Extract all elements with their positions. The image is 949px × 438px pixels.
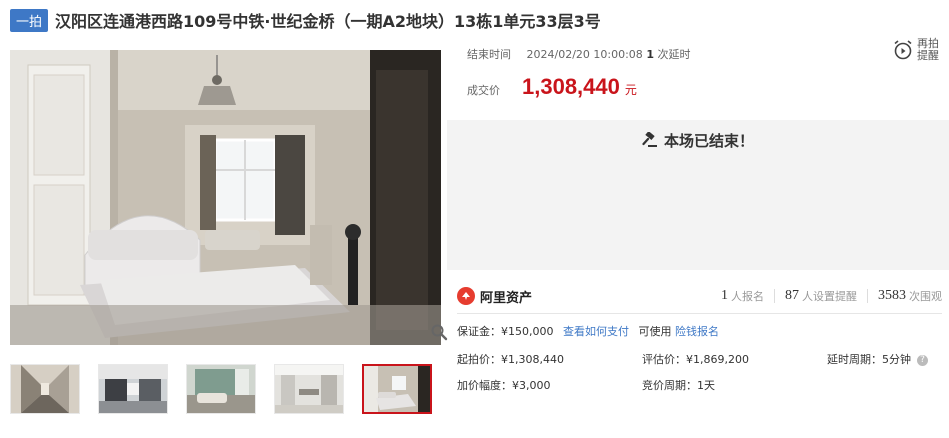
signups-count: 1 [721,288,728,303]
extension-label: 次延时 [657,48,691,61]
auction-ended-message: 本场已结束！ [447,130,949,151]
page-title: 汉阳区连通港西路109号中铁·世纪金桥（一期A2地块）13栋1单元33层3号 [55,12,601,31]
auction-round-tag: 一拍 [10,8,49,32]
thumbnail-bedroom[interactable] [362,364,432,414]
divider [867,289,868,303]
rebid-reminder-label-line2: 提醒 [917,49,939,62]
rebid-reminder-label: 再拍 提醒 [917,38,941,62]
views-label: 次围观 [909,290,942,303]
usable-text: 可使用 [638,325,672,338]
deal-price-unit: 元 [624,83,637,97]
thumbnail-strip [10,364,432,414]
rebid-reminder-button[interactable]: 再拍 提醒 [893,38,941,62]
how-to-pay-link[interactable]: 查看如何支付 [563,325,629,338]
deal-price-label: 成交价 [467,84,500,97]
gavel-icon [642,131,657,147]
zoom-icon[interactable] [430,323,448,341]
end-time-value: 2024/02/20 10:00:08 [526,48,643,61]
end-time-row: 结束时间 2024/02/20 10:00:08 1 次延时 [467,46,690,62]
ali-assets-logo-icon [457,287,475,305]
deal-price-row: 成交价 1,308,440 元 [467,74,637,100]
bedroom-photo [364,366,430,412]
appraisal-price: 评估价：¥1,869,200 [642,353,749,366]
stats: 1 人报名 87 人设置提醒 3583 次围观 [721,288,942,304]
deposit-text: 保证金：¥150,000 [457,325,554,338]
main-photo[interactable] [10,50,441,345]
signups-label: 人报名 [731,290,764,303]
hallway-photo [11,365,79,413]
bid-increment: 加价幅度：¥3,000 [457,379,551,392]
reminders-label: 人设置提醒 [802,290,857,303]
thumbnail-dining-room[interactable] [274,364,344,414]
brand-row: 阿里资产 1 人报名 87 人设置提醒 3583 次围观 [457,285,942,307]
alarm-clock-icon [894,40,912,60]
living-room-photo [187,365,255,413]
end-time-label: 结束时间 [467,48,511,61]
extension-count: 1 [646,48,654,61]
dining-room-photo [275,365,343,413]
help-icon[interactable]: ? [917,354,928,366]
title-row: 一拍 汉阳区连通港西路109号中铁·世纪金桥（一期A2地块）13栋1单元33层3… [10,7,601,33]
divider [457,313,942,314]
auction-ended-text: 本场已结束！ [663,132,754,150]
views-count: 3583 [878,288,906,303]
delay-period-text: 延时周期：5分钟 [827,353,911,366]
thumbnail-hallway[interactable] [10,364,80,414]
brand-name: 阿里资产 [480,290,533,306]
kitchen-photo [99,365,167,413]
thumbnail-living-room[interactable] [186,364,256,414]
status-panel: 本场已结束！ [447,120,949,270]
deal-price-value: 1,308,440 [522,74,620,99]
reminders-count: 87 [785,288,799,303]
thumbnail-kitchen[interactable] [98,364,168,414]
bid-period: 竞价周期：1天 [642,379,715,392]
start-price: 起拍价：¥1,308,440 [457,353,564,366]
insurance-signup-link[interactable]: 险钱报名 [675,325,719,338]
deposit-row: 保证金：¥150,000 查看如何支付 可使用 险钱报名 [457,323,719,339]
divider [774,289,775,303]
delay-period: 延时周期：5分钟? [827,351,928,367]
bedroom-photo [10,50,441,345]
